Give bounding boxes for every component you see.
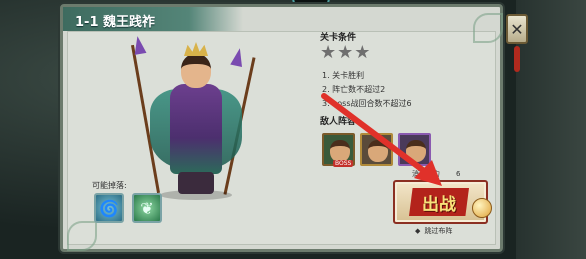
star-rating: ★★★	[320, 42, 372, 63]
hero-armor	[170, 84, 222, 174]
spear-tip-right	[230, 46, 246, 68]
blue-swirl-icon: 🌀	[99, 198, 119, 218]
skip-formation-toggle[interactable]: 跳过布阵	[415, 226, 452, 236]
corner-ornament	[473, 13, 503, 43]
green-leaf-icon: ❦	[140, 198, 154, 218]
spear-tip-left	[131, 35, 147, 55]
hero-character	[120, 34, 270, 200]
fight-button-label: 出战	[422, 194, 456, 215]
drop-item-1[interactable]: 🌀	[94, 193, 124, 223]
title-bar: 1-1 魏王践祚	[63, 7, 243, 31]
drop-item-2[interactable]: ❦	[132, 193, 162, 223]
tutorial-arrow-icon	[321, 93, 442, 186]
corner-ornament	[67, 221, 97, 251]
hero-legs	[178, 172, 214, 194]
tassel-decoration	[514, 46, 520, 72]
fight-orb-icon	[472, 198, 492, 218]
hero-crown	[184, 42, 208, 56]
stage-title: 1-1 魏王践祚	[75, 15, 156, 30]
drops-label: 可能掉落:	[92, 181, 127, 190]
condition-1: 1. 关卡胜利	[322, 71, 365, 80]
close-icon: ✕	[510, 19, 524, 39]
close-button[interactable]: ✕	[506, 14, 528, 44]
stamina-value: 6	[456, 170, 461, 178]
hero-head	[181, 54, 211, 88]
